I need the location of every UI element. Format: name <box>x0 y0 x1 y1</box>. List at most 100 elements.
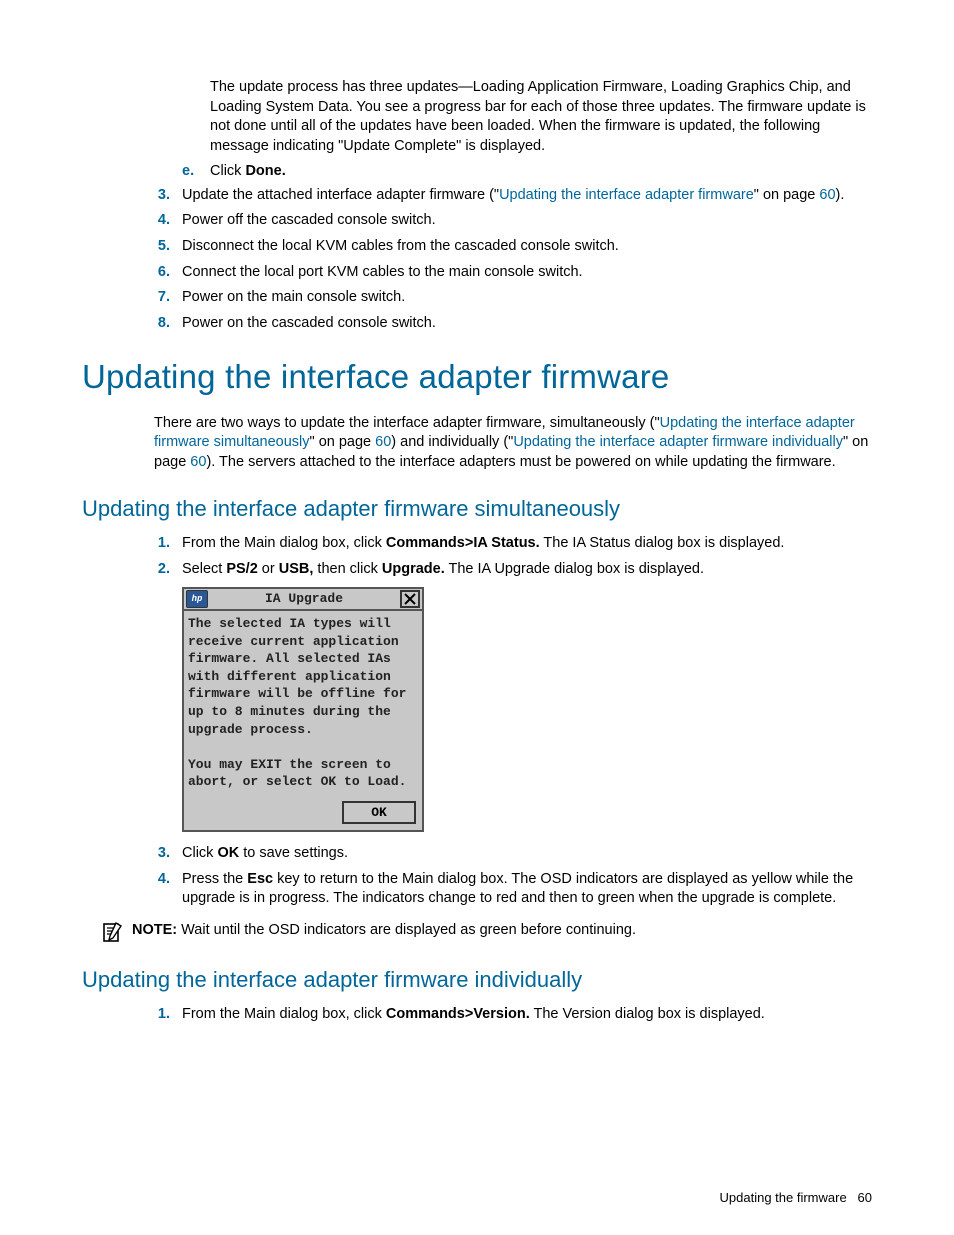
intro-pre: There are two ways to update the interfa… <box>154 415 660 431</box>
footer-page-number: 60 <box>858 1190 872 1205</box>
dialog-line: upgrade process. <box>188 721 418 739</box>
step-5-content: Disconnect the local KVM cables from the… <box>182 237 872 257</box>
footer-text: Updating the firmware <box>720 1190 847 1205</box>
dialog-line: firmware. All selected IAs <box>188 650 418 668</box>
step-3-pre: Update the attached interface adapter fi… <box>182 187 499 203</box>
substep-e: e. Click Done. <box>182 162 872 182</box>
sim-step-3-content: Click OK to save settings. <box>182 844 872 864</box>
link-page-60-b[interactable]: 60 <box>375 434 391 450</box>
intro-paragraph: There are two ways to update the interfa… <box>154 414 872 473</box>
sim2-b3: Upgrade. <box>382 561 445 577</box>
sim2-mid2: then click <box>313 561 382 577</box>
sim3-post: to save settings. <box>239 845 348 861</box>
sim-step-4: 4. Press the Esc key to return to the Ma… <box>154 870 872 909</box>
ind1-post: The Version dialog box is displayed. <box>530 1006 765 1022</box>
sim-step-3-marker: 3. <box>154 844 182 864</box>
sim2-b2: USB, <box>279 561 314 577</box>
intro-post: ). The servers attached to the interface… <box>206 454 835 470</box>
heading-simultaneously: Updating the interface adapter firmware … <box>82 494 872 524</box>
sim-step-3: 3. Click OK to save settings. <box>154 844 872 864</box>
dialog-line: You may EXIT the screen to <box>188 756 418 774</box>
ind1-bold: Commands>Version. <box>386 1006 530 1022</box>
link-individually[interactable]: Updating the interface adapter firmware … <box>513 434 843 450</box>
ind-step-1: 1. From the Main dialog box, click Comma… <box>154 1005 872 1025</box>
step-6-content: Connect the local port KVM cables to the… <box>182 263 872 283</box>
hp-logo-icon: hp <box>186 590 208 608</box>
sim-step-1-content: From the Main dialog box, click Commands… <box>182 534 872 554</box>
note-icon <box>100 921 124 943</box>
ia-upgrade-dialog: hp IA Upgrade The selected IA types will… <box>182 587 424 832</box>
step-4: 4. Power off the cascaded console switch… <box>154 211 872 231</box>
step-3-post2: ). <box>836 187 845 203</box>
sim-step-4-marker: 4. <box>154 870 182 909</box>
dialog-line: abort, or select OK to Load. <box>188 773 418 791</box>
dialog-line <box>188 738 418 756</box>
link-updating-adapter-firmware[interactable]: Updating the interface adapter firmware <box>499 187 754 203</box>
substep-e-marker: e. <box>182 162 210 182</box>
dialog-line: receive current application <box>188 633 418 651</box>
page-footer: Updating the firmware 60 <box>720 1189 872 1207</box>
step-5: 5. Disconnect the local KVM cables from … <box>154 237 872 257</box>
dialog-body: The selected IA types will receive curre… <box>184 611 422 796</box>
dialog-line: up to 8 minutes during the <box>188 703 418 721</box>
step-8-marker: 8. <box>154 314 182 334</box>
dialog-button-row: OK <box>184 797 422 831</box>
step-3-post1: " on page <box>754 187 820 203</box>
sim1-post: The IA Status dialog box is displayed. <box>540 535 785 551</box>
dialog-title: IA Upgrade <box>210 590 398 608</box>
substep-e-content: Click Done. <box>210 162 286 182</box>
note-label: NOTE: <box>132 922 177 938</box>
link-page-60-a[interactable]: 60 <box>819 187 835 203</box>
note-body: Wait until the OSD indicators are displa… <box>177 922 636 938</box>
step-6-marker: 6. <box>154 263 182 283</box>
step-3-marker: 3. <box>154 186 182 206</box>
sim2-mid1: or <box>258 561 279 577</box>
sim3-pre: Click <box>182 845 217 861</box>
ind1-pre: From the Main dialog box, click <box>182 1006 386 1022</box>
sim-step-2-marker: 2. <box>154 560 182 580</box>
sim-step-2-content: Select PS/2 or USB, then click Upgrade. … <box>182 560 872 580</box>
heading-individually: Updating the interface adapter firmware … <box>82 965 872 995</box>
heading-updating-interface-adapter-firmware: Updating the interface adapter firmware <box>82 355 872 400</box>
substep-e-bold: Done. <box>245 163 285 179</box>
sim-step-4-content: Press the Esc key to return to the Main … <box>182 870 872 909</box>
sim4-pre: Press the <box>182 871 247 887</box>
intro-paragraph-top: The update process has three updates—Loa… <box>210 78 872 156</box>
dialog-line: firmware will be offline for <box>188 685 418 703</box>
step-3-content: Update the attached interface adapter fi… <box>182 186 872 206</box>
ind-step-1-marker: 1. <box>154 1005 182 1025</box>
sim-step-1: 1. From the Main dialog box, click Comma… <box>154 534 872 554</box>
step-8: 8. Power on the cascaded console switch. <box>154 314 872 334</box>
close-icon[interactable] <box>400 590 420 608</box>
dialog-line: The selected IA types will <box>188 615 418 633</box>
step-7-content: Power on the main console switch. <box>182 288 872 308</box>
link-page-60-c[interactable]: 60 <box>190 454 206 470</box>
substep-e-pre: Click <box>210 163 245 179</box>
note-row: NOTE: Wait until the OSD indicators are … <box>100 921 872 943</box>
step-3: 3. Update the attached interface adapter… <box>154 186 872 206</box>
sim4-post: key to return to the Main dialog box. Th… <box>182 871 853 907</box>
step-8-content: Power on the cascaded console switch. <box>182 314 872 334</box>
step-5-marker: 5. <box>154 237 182 257</box>
step-4-marker: 4. <box>154 211 182 231</box>
sim2-b1: PS/2 <box>226 561 257 577</box>
sim1-pre: From the Main dialog box, click <box>182 535 386 551</box>
sim2-pre: Select <box>182 561 226 577</box>
dialog-titlebar: hp IA Upgrade <box>184 589 422 611</box>
sim4-bold: Esc <box>247 871 273 887</box>
dialog-line: with different application <box>188 668 418 686</box>
sim3-bold: OK <box>217 845 239 861</box>
intro-mid1: " on page <box>310 434 376 450</box>
sim-step-2: 2. Select PS/2 or USB, then click Upgrad… <box>154 560 872 580</box>
sim-step-1-marker: 1. <box>154 534 182 554</box>
ind-step-1-content: From the Main dialog box, click Commands… <box>182 1005 872 1025</box>
step-7: 7. Power on the main console switch. <box>154 288 872 308</box>
step-4-content: Power off the cascaded console switch. <box>182 211 872 231</box>
ok-button[interactable]: OK <box>342 801 416 825</box>
note-text: NOTE: Wait until the OSD indicators are … <box>132 921 636 941</box>
sim1-bold: Commands>IA Status. <box>386 535 540 551</box>
step-6: 6. Connect the local port KVM cables to … <box>154 263 872 283</box>
intro-mid2: ) and individually (" <box>391 434 513 450</box>
sim2-post: The IA Upgrade dialog box is displayed. <box>445 561 704 577</box>
step-7-marker: 7. <box>154 288 182 308</box>
